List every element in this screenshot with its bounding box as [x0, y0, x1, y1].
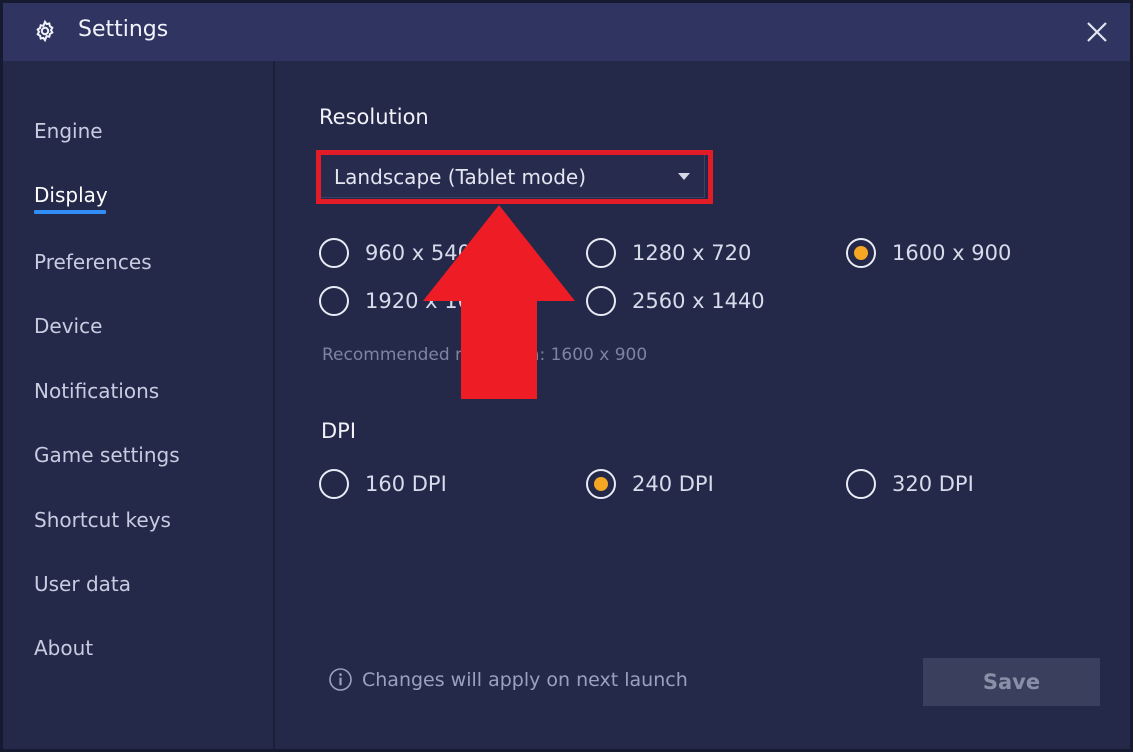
dpi-option-label: 240 DPI: [632, 472, 714, 496]
active-tab-indicator: [34, 210, 106, 214]
dpi-option-160[interactable]: 160 DPI: [319, 469, 447, 499]
dpi-title: DPI: [321, 419, 357, 443]
radio-button[interactable]: [846, 469, 876, 499]
radio-button[interactable]: [586, 286, 616, 316]
radio-button[interactable]: [586, 238, 616, 268]
sidebar-item-display[interactable]: Display: [34, 183, 108, 207]
sidebar-item-shortcut-keys[interactable]: Shortcut keys: [34, 508, 171, 532]
sidebar-item-preferences[interactable]: Preferences: [34, 250, 152, 274]
resolution-title: Resolution: [319, 105, 429, 129]
radio-button-selected[interactable]: [586, 469, 616, 499]
caret-down-icon: [678, 173, 690, 180]
sidebar-item-engine[interactable]: Engine: [34, 119, 103, 143]
resolution-option-2560x1440[interactable]: 2560 x 1440: [586, 286, 765, 316]
radio-button-selected[interactable]: [846, 238, 876, 268]
dpi-option-label: 160 DPI: [365, 472, 447, 496]
resolution-option-1600x900[interactable]: 1600 x 900: [846, 238, 1011, 268]
restart-notice-text: Changes will apply on next launch: [362, 668, 688, 691]
resolution-option-label: 1280 x 720: [632, 241, 752, 265]
sidebar-item-game-settings[interactable]: Game settings: [34, 443, 180, 467]
restart-notice: Changes will apply on next launch: [328, 667, 688, 692]
radio-button[interactable]: [319, 286, 349, 316]
settings-window: Settings Engine Display Preferences Devi…: [0, 0, 1133, 752]
resolution-option-label: 960 x 540: [365, 241, 471, 265]
resolution-option-label: 1920 x 1080: [365, 289, 498, 313]
recommended-resolution-text: Recommended resolution: 1600 x 900: [322, 345, 648, 365]
dpi-option-240[interactable]: 240 DPI: [586, 469, 714, 499]
dpi-option-label: 320 DPI: [892, 472, 974, 496]
sidebar-item-device[interactable]: Device: [34, 314, 102, 338]
close-icon[interactable]: [1084, 19, 1110, 45]
info-icon: [329, 668, 352, 691]
resolution-option-960x540[interactable]: 960 x 540: [319, 238, 471, 268]
sidebar-item-user-data[interactable]: User data: [34, 572, 131, 596]
save-button[interactable]: Save: [923, 658, 1100, 706]
resolution-option-1280x720[interactable]: 1280 x 720: [586, 238, 751, 268]
window-title: Settings: [78, 17, 169, 42]
resolution-option-1920x1080[interactable]: 1920 x 1080: [319, 286, 498, 316]
orientation-dropdown-value: Landscape (Tablet mode): [334, 165, 587, 189]
gear-icon: [36, 19, 54, 43]
title-bar: Settings: [3, 3, 1130, 61]
radio-button[interactable]: [319, 238, 349, 268]
resolution-option-label: 2560 x 1440: [632, 289, 765, 313]
settings-sidebar: Engine Display Preferences Device Notifi…: [3, 61, 275, 749]
orientation-dropdown[interactable]: Landscape (Tablet mode): [319, 154, 705, 198]
dpi-option-320[interactable]: 320 DPI: [846, 469, 974, 499]
resolution-option-label: 1600 x 900: [892, 241, 1012, 265]
display-settings-panel: Resolution Landscape (Tablet mode) 960 x…: [277, 61, 1130, 749]
radio-button[interactable]: [319, 469, 349, 499]
sidebar-item-about[interactable]: About: [34, 636, 93, 660]
sidebar-item-notifications[interactable]: Notifications: [34, 379, 159, 403]
